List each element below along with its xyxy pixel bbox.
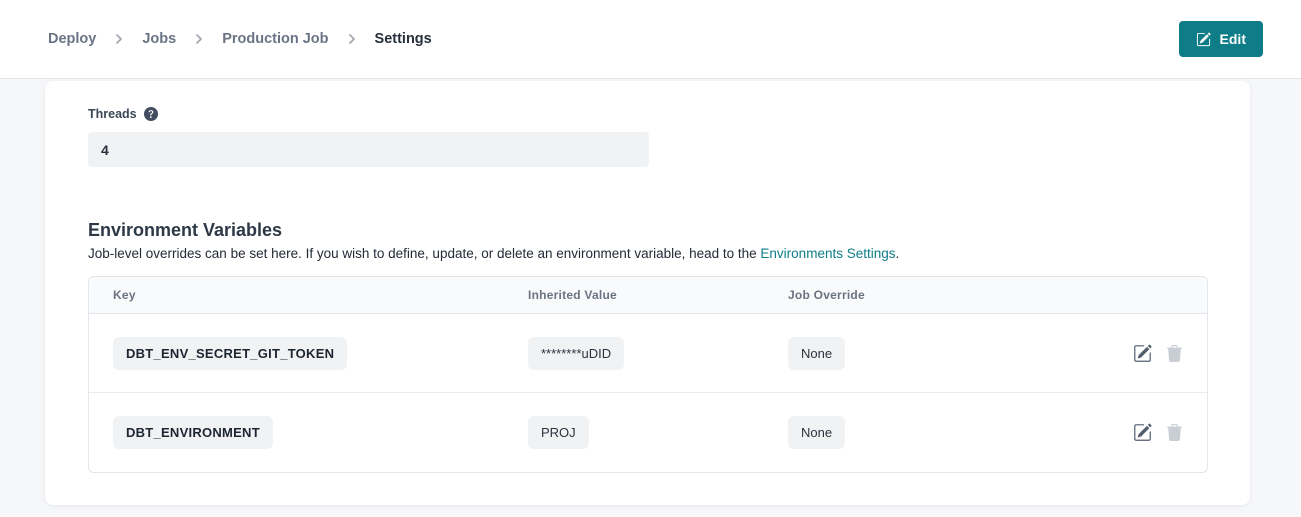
chevron-right-icon <box>114 34 124 44</box>
column-header-inherited-value: Inherited Value <box>528 288 788 302</box>
description-text: Job-level overrides can be set here. If … <box>88 246 760 261</box>
pencil-square-icon[interactable] <box>1133 344 1152 363</box>
top-bar: Deploy Jobs Production Job Settings Edit <box>0 0 1301 79</box>
breadcrumb-item-production-job[interactable]: Production Job <box>222 31 328 47</box>
question-circle-icon[interactable] <box>144 107 158 121</box>
environment-variables-title: Environment Variables <box>88 220 1208 241</box>
breadcrumb-item-settings: Settings <box>375 31 432 47</box>
env-var-inherited-value-badge: PROJ <box>528 416 589 449</box>
env-var-job-override-badge: None <box>788 337 845 370</box>
env-var-key-badge: DBT_ENVIRONMENT <box>113 416 273 449</box>
table-row: DBT_ENV_SECRET_GIT_TOKEN ********uDID No… <box>89 314 1207 393</box>
settings-card: Threads Environment Variables Job-level … <box>45 81 1250 505</box>
env-var-inherited-value-badge: ********uDID <box>528 337 624 370</box>
row-actions <box>1123 344 1183 363</box>
description-period: . <box>896 246 900 261</box>
environment-variables-table: Key Inherited Value Job Override DBT_ENV… <box>88 276 1208 473</box>
pencil-square-icon <box>1196 32 1211 47</box>
trash-icon[interactable] <box>1166 345 1183 362</box>
chevron-right-icon <box>194 34 204 44</box>
threads-label: Threads <box>88 107 137 121</box>
env-var-job-override-badge: None <box>788 416 845 449</box>
table-row: DBT_ENVIRONMENT PROJ None <box>89 393 1207 472</box>
column-header-job-override: Job Override <box>788 288 1123 302</box>
breadcrumb-item-deploy[interactable]: Deploy <box>48 31 96 47</box>
breadcrumb: Deploy Jobs Production Job Settings <box>48 31 432 47</box>
env-var-key-badge: DBT_ENV_SECRET_GIT_TOKEN <box>113 337 347 370</box>
chevron-right-icon <box>347 34 357 44</box>
environment-variables-description: Job-level overrides can be set here. If … <box>88 246 1208 261</box>
trash-icon[interactable] <box>1166 424 1183 441</box>
environments-settings-link[interactable]: Environments Settings <box>760 246 895 261</box>
edit-button-label: Edit <box>1220 31 1246 47</box>
table-header-row: Key Inherited Value Job Override <box>89 277 1207 314</box>
threads-input[interactable] <box>88 132 649 167</box>
pencil-square-icon[interactable] <box>1133 423 1152 442</box>
breadcrumb-item-jobs[interactable]: Jobs <box>142 31 176 47</box>
row-actions <box>1123 423 1183 442</box>
edit-button[interactable]: Edit <box>1179 21 1263 57</box>
column-header-key: Key <box>113 288 528 302</box>
